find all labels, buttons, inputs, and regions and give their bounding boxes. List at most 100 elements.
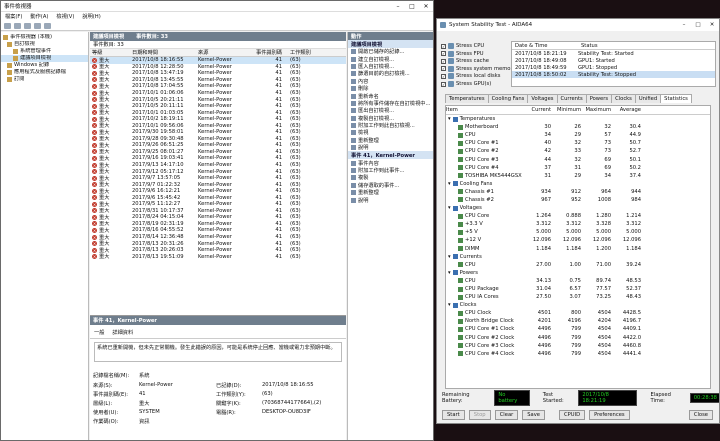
stress-option[interactable]: ✓ Stress FPU — [441, 50, 484, 57]
up-icon[interactable] — [24, 22, 31, 29]
column-header[interactable]: 事件識別碼 — [250, 49, 290, 56]
action-item[interactable]: 附加工作到此事件... — [348, 167, 433, 174]
stats-row[interactable]: ▾ Temperatures — [446, 115, 710, 123]
detail-tab[interactable]: 一般 — [94, 329, 104, 336]
tab-statistics[interactable]: Statistics — [660, 94, 692, 103]
expand-icon[interactable]: ▾ — [448, 254, 451, 260]
stats-row[interactable]: CPU 34 29 57 44.9 — [446, 131, 710, 139]
column-header[interactable]: 來源 — [198, 49, 250, 56]
actions-section-view[interactable]: 建議項目檢視 — [348, 40, 433, 48]
stop-button[interactable]: Stop — [468, 410, 491, 420]
stats-row[interactable]: CPU Core #1 40 32 73 50.7 — [446, 139, 710, 147]
stats-row[interactable]: ▾ Powers — [446, 269, 710, 277]
forward-icon[interactable] — [14, 22, 21, 29]
stats-row[interactable]: +12 V 12.096 12.096 12.096 12.096 — [446, 236, 710, 244]
stats-row[interactable]: Chassis #2 967 952 1008 984 — [446, 196, 710, 204]
status-row[interactable]: 2017/10/8 18:50:02 Stability Test: Stoppe… — [512, 71, 715, 78]
stats-row[interactable]: +5 V 5.000 5.000 5.000 5.000 — [446, 228, 710, 236]
column-header[interactable]: 等級 — [90, 49, 132, 56]
tab-voltages[interactable]: Voltages — [527, 94, 558, 103]
menu-item[interactable]: 檢視(V) — [56, 13, 74, 20]
stats-row[interactable]: CPU Package 31.04 6.57 77.57 52.37 — [446, 285, 710, 293]
stats-row[interactable]: ▾ Cooling Fans — [446, 180, 710, 188]
expand-icon[interactable]: ▾ — [448, 302, 451, 308]
stats-row[interactable]: CPU Clock 4501 800 4504 4428.5 — [446, 309, 710, 317]
stats-row[interactable]: Chassis #1 934 912 964 944 — [446, 188, 710, 196]
stats-row[interactable]: CPU Core #3 44 32 69 50.1 — [446, 155, 710, 163]
action-item[interactable]: 複製自訂檢視... — [348, 115, 433, 122]
cpuid-button[interactable]: CPUID — [559, 410, 586, 420]
stats-row[interactable]: CPU Core #3 Clock 4496 799 4504 4460.8 — [446, 342, 710, 350]
action-item[interactable]: 事件內容 — [348, 159, 433, 167]
action-item[interactable]: 重新整理 — [348, 137, 433, 144]
checkbox[interactable]: ✓ — [441, 73, 446, 79]
stats-row[interactable]: North Bridge Clock 4201 4196 4204 4196.7 — [446, 317, 710, 325]
tab-clocks[interactable]: Clocks — [611, 94, 636, 103]
stats-row[interactable]: CPU 27.00 1.00 71.00 39.24 — [446, 261, 710, 269]
start-button[interactable]: Start — [442, 410, 465, 420]
action-item[interactable]: 刪除 — [348, 85, 433, 92]
status-row[interactable]: 2017/10/8 18:49:59 GPU1: Stopped — [512, 64, 715, 71]
tab-currents[interactable]: Currents — [556, 94, 587, 103]
action-item[interactable]: 說明 — [348, 144, 433, 151]
tree-item[interactable]: 應用程式及服務記錄檔 — [1, 69, 88, 76]
tree-item[interactable]: 事件檢視器 (本機) — [1, 34, 88, 41]
stats-row[interactable]: ▾ Voltages — [446, 204, 710, 212]
stats-row[interactable]: Motherboard 30 26 32 30.4 — [446, 123, 710, 131]
close-icon[interactable]: ✕ — [705, 22, 719, 28]
close-button[interactable]: Close — [688, 410, 713, 420]
stats-column[interactable]: Current — [524, 107, 554, 113]
clear-button[interactable]: Clear — [494, 410, 519, 420]
stats-row[interactable]: CPU IA Cores 27.50 3.07 73.25 48.43 — [446, 293, 710, 301]
tab-powers[interactable]: Powers — [585, 94, 613, 103]
table-row[interactable]: × 重大 2017/8/13 19:51:09 Kernel-Power 41 (63) — [90, 253, 346, 260]
action-item[interactable]: 內容 — [348, 78, 433, 85]
action-item[interactable]: 匯入自訂檢視... — [348, 63, 433, 70]
expand-icon[interactable]: ▾ — [448, 181, 451, 187]
tree-item[interactable]: 訂閱 — [1, 76, 88, 83]
action-item[interactable]: 建立自訂檢視... — [348, 55, 433, 63]
back-icon[interactable] — [4, 22, 11, 29]
stats-column[interactable]: Minimum — [554, 107, 584, 113]
close-icon[interactable]: ✕ — [419, 3, 433, 10]
action-item[interactable]: 檢視 — [348, 129, 433, 136]
checkbox[interactable]: ✓ — [441, 43, 446, 49]
tab-unified[interactable]: Unified — [634, 94, 662, 103]
tree-item[interactable]: Windows 記錄 — [1, 62, 88, 69]
stats-row[interactable]: TOSHIBA MK5444GSX 31 29 34 37.4 — [446, 172, 710, 180]
status-row[interactable]: 2017/10/8 18:21:19 Stability Test: Starte… — [512, 50, 715, 57]
expand-icon[interactable]: ▾ — [448, 270, 451, 276]
checkbox[interactable]: ✓ — [441, 51, 446, 57]
action-item[interactable]: 複製 — [348, 174, 433, 181]
minimize-icon[interactable]: – — [391, 3, 405, 10]
action-item[interactable]: 篩選目前的自訂檢視... — [348, 70, 433, 77]
checkbox[interactable]: ✓ — [441, 81, 446, 87]
stats-row[interactable]: DIMM 1.184 1.184 1.200 1.184 — [446, 245, 710, 253]
maximize-icon[interactable]: □ — [691, 22, 705, 28]
action-item[interactable]: 重新整理 — [348, 189, 433, 196]
stats-row[interactable]: ▾ Clocks — [446, 301, 710, 309]
stats-row[interactable]: ▾ Currents — [446, 253, 710, 261]
stats-row[interactable]: CPU Core #1 Clock 4496 799 4504 4409.1 — [446, 325, 710, 333]
tab-temperatures[interactable]: Temperatures — [445, 94, 489, 103]
column-header[interactable]: 工作類別 — [290, 49, 340, 56]
stress-option[interactable]: ✓ Stress cache — [441, 58, 489, 65]
help-icon[interactable] — [44, 22, 51, 29]
stats-row[interactable]: CPU Core #2 Clock 4496 799 4504 4422.0 — [446, 334, 710, 342]
properties-icon[interactable] — [34, 22, 41, 29]
tab-cooling-fans[interactable]: Cooling Fans — [487, 94, 529, 103]
stats-row[interactable]: CPU Core #4 37 31 69 50.2 — [446, 164, 710, 172]
action-item[interactable]: 儲存選取的事件... — [348, 182, 433, 189]
actions-section-event[interactable]: 事件 41，Kernel-Power — [348, 151, 433, 160]
column-header[interactable]: 日期和時間 — [132, 49, 198, 56]
action-item[interactable]: 將所有事件儲存在自訂檢視中... — [348, 100, 433, 107]
tree-item[interactable]: 系統管理事件 — [1, 48, 88, 55]
stats-column[interactable]: Maximum — [584, 107, 614, 113]
action-item[interactable]: 重新命名 — [348, 92, 433, 100]
tree-item[interactable]: 建議項目檢視 — [1, 55, 88, 62]
stats-row[interactable]: CPU 34.13 0.75 89.74 48.53 — [446, 277, 710, 285]
menu-item[interactable]: 說明(H) — [82, 13, 100, 20]
stress-option[interactable]: ✓ Stress GPU(s) — [441, 81, 491, 87]
stats-column[interactable]: Item — [446, 107, 524, 113]
detail-tab[interactable]: 詳細資料 — [112, 329, 133, 336]
